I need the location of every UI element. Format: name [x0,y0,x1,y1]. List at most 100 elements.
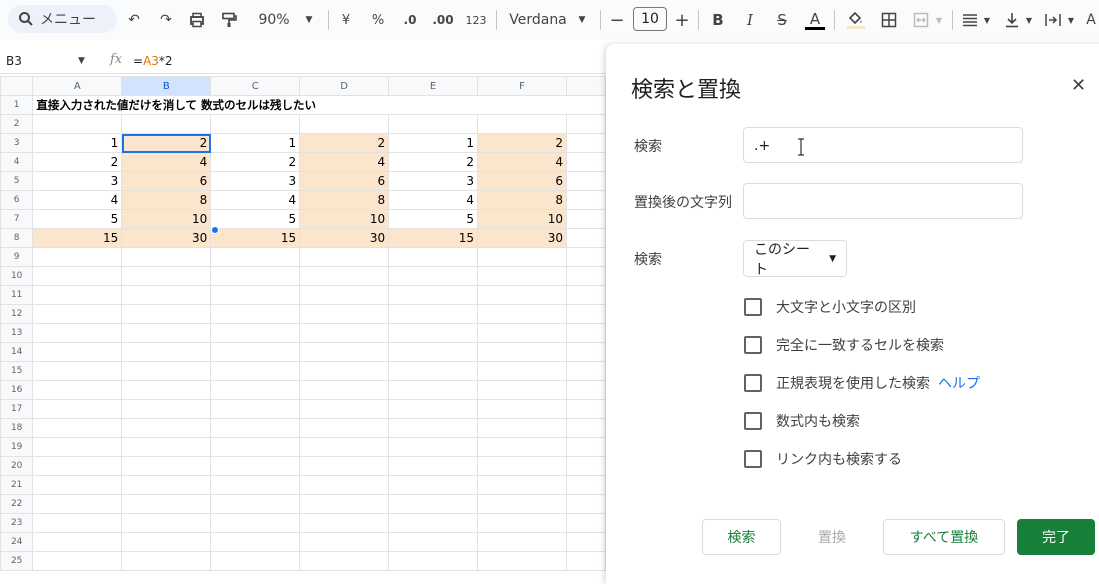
row-header[interactable]: 4 [0,152,34,172]
cell[interactable] [299,114,390,134]
column-header[interactable]: A [32,76,123,96]
print-icon[interactable] [188,8,206,32]
find-input[interactable]: .+ [743,127,1023,163]
redo-icon[interactable]: ↷ [158,8,174,32]
cell[interactable] [32,323,123,343]
cell[interactable] [477,380,567,400]
cell[interactable] [32,437,123,457]
cell[interactable] [299,456,390,476]
cell[interactable] [477,437,567,457]
cell[interactable]: 3 [210,171,301,191]
checkbox[interactable] [744,298,762,316]
cell[interactable] [565,456,606,476]
cell[interactable] [565,133,606,153]
italic-button[interactable]: I [742,8,758,32]
find-button[interactable]: 検索 [702,519,781,555]
cell[interactable] [121,114,212,134]
cell[interactable] [565,171,606,191]
row-header[interactable]: 24 [0,532,34,552]
text-color-button[interactable]: A [804,8,826,32]
cell[interactable]: 10 [299,209,390,229]
cell[interactable]: 3 [32,171,123,191]
cell[interactable] [121,418,212,438]
cell[interactable]: 3 [388,171,479,191]
cell[interactable] [299,361,390,381]
cell[interactable]: 1 [32,133,123,153]
cell[interactable]: 1 [388,133,479,153]
done-button[interactable]: 完了 [1017,519,1095,555]
cell[interactable] [32,475,123,495]
cell[interactable] [210,418,301,438]
cell[interactable]: 8 [477,190,567,210]
cell[interactable] [565,323,606,343]
cell[interactable] [121,323,212,343]
cell[interactable] [210,456,301,476]
cell[interactable] [477,494,567,514]
row-header[interactable]: 5 [0,171,34,191]
cell[interactable] [477,456,567,476]
cell[interactable] [210,361,301,381]
cell[interactable]: 4 [299,152,390,172]
cell[interactable] [32,247,123,267]
cell[interactable] [121,532,212,552]
cell[interactable] [388,475,479,495]
cell[interactable] [299,551,390,571]
row-header[interactable]: 21 [0,475,34,495]
row-header[interactable]: 23 [0,513,34,533]
cell[interactable] [210,551,301,571]
increase-decimal-button[interactable]: .00 [432,8,454,32]
chevron-down-icon[interactable]: ▼ [1024,8,1034,32]
cell[interactable] [477,285,567,305]
row-header[interactable]: 2 [0,114,34,134]
cell[interactable] [121,399,212,419]
cell[interactable]: 1 [210,133,301,153]
column-header[interactable]: F [477,76,567,96]
replace-all-button[interactable]: すべて置換 [883,519,1005,555]
cell[interactable] [477,361,567,381]
cell[interactable] [388,361,479,381]
row-header[interactable]: 3 [0,133,34,153]
cell[interactable] [299,380,390,400]
cell[interactable] [388,399,479,419]
cell[interactable] [121,475,212,495]
cell[interactable] [210,494,301,514]
cell[interactable]: 6 [299,171,390,191]
cell[interactable] [210,475,301,495]
cell[interactable] [565,399,606,419]
chevron-down-icon[interactable]: ▼ [576,8,588,32]
row-header[interactable]: 16 [0,380,34,400]
option-search-formulas[interactable]: 数式内も検索 [744,411,860,431]
menu-search-box[interactable]: メニュー [8,5,117,33]
cell[interactable]: 4 [210,190,301,210]
cell[interactable] [299,247,390,267]
row-header[interactable]: 11 [0,285,34,305]
option-search-links[interactable]: リンク内も検索する [744,449,902,469]
fill-handle[interactable] [211,226,219,234]
percent-button[interactable]: % [370,8,386,32]
cell[interactable]: 15 [210,228,301,248]
cell[interactable] [565,114,606,134]
cell[interactable] [565,247,606,267]
cell[interactable] [565,342,606,362]
cell[interactable] [477,304,567,324]
font-select[interactable]: Verdana [508,8,568,32]
cell[interactable]: 2 [299,133,390,153]
row-header[interactable]: 14 [0,342,34,362]
cell[interactable]: 2 [388,152,479,172]
currency-button[interactable]: ¥ [338,8,354,32]
cell[interactable] [565,190,606,210]
cell[interactable] [32,551,123,571]
select-all-corner[interactable] [0,76,34,96]
name-box[interactable]: B3 [6,54,22,68]
minus-icon[interactable]: − [609,8,624,32]
cell[interactable] [121,361,212,381]
cell[interactable] [477,399,567,419]
row-header[interactable]: 6 [0,190,34,210]
active-cell[interactable]: 2 [121,133,212,153]
cell[interactable] [210,114,301,134]
cell[interactable] [388,551,479,571]
cell[interactable] [477,342,567,362]
cell[interactable] [565,266,606,286]
cell[interactable] [565,380,606,400]
chevron-down-icon[interactable]: ▼ [982,8,992,32]
